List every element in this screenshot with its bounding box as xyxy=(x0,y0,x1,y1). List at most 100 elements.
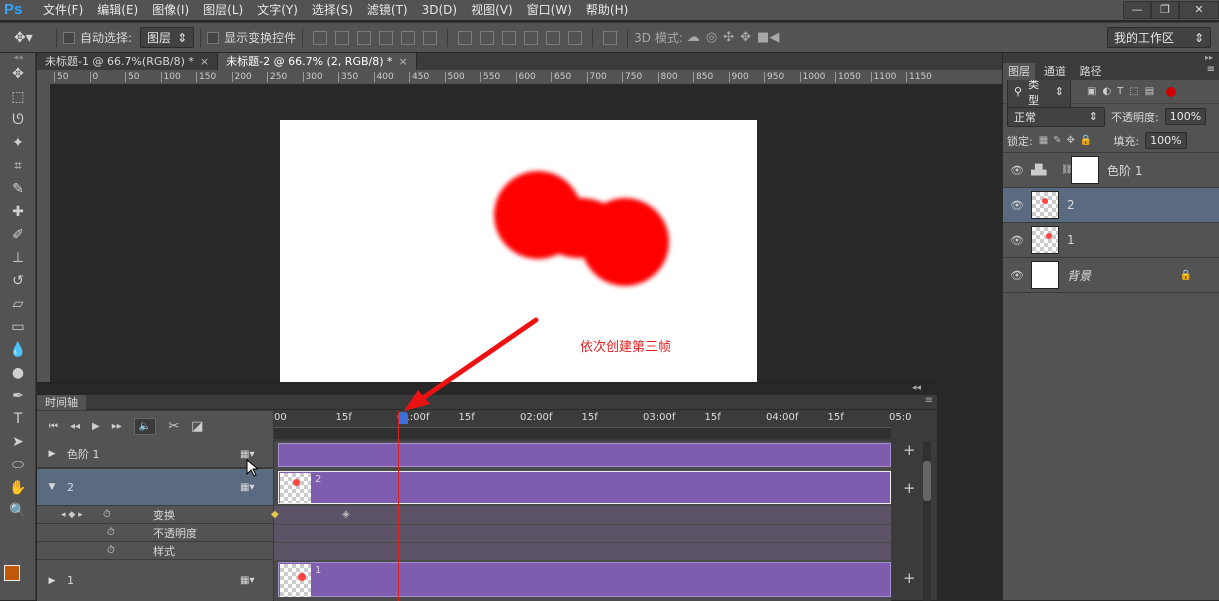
timeline-layer-row-selected[interactable]: ▼ 2 ▦▾ xyxy=(37,469,273,506)
keyframe-lane[interactable] xyxy=(274,525,891,542)
panel-menu-icon[interactable]: ≡ xyxy=(925,395,933,406)
auto-select-checkbox[interactable] xyxy=(63,31,75,44)
split-scissors-icon[interactable]: ✂ xyxy=(168,419,179,434)
keyframe-lane[interactable]: ◆ ◈ xyxy=(271,506,891,524)
foreground-color-swatch[interactable] xyxy=(4,565,20,581)
stopwatch-icon[interactable]: ⏱ xyxy=(37,545,153,556)
transition-icon[interactable]: ◪ xyxy=(191,419,203,434)
clip-color-levels[interactable] xyxy=(278,443,891,467)
distribute-left-icon[interactable] xyxy=(524,30,539,45)
work-area-bar[interactable] xyxy=(274,427,891,439)
clip-layer-1[interactable]: 1 xyxy=(278,562,891,597)
align-hcenter-icon[interactable] xyxy=(401,30,416,45)
timeline-scrollbar[interactable] xyxy=(923,441,931,601)
3d-slide-icon[interactable]: ✥ xyxy=(740,30,751,45)
tab-timeline[interactable]: 时间轴 xyxy=(37,395,86,410)
lasso-tool-icon[interactable]: ᘎ xyxy=(0,109,36,132)
keyframe-marker[interactable]: ◆ xyxy=(271,509,279,520)
stopwatch-icon[interactable]: ⏱ xyxy=(37,527,153,538)
crop-tool-icon[interactable]: ⌗ xyxy=(0,155,36,178)
panel-menu-icon[interactable]: ≡ xyxy=(1207,64,1215,75)
close-button[interactable]: ✕ xyxy=(1179,1,1219,19)
align-bottom-icon[interactable] xyxy=(357,30,372,45)
eraser-tool-icon[interactable]: ▱ xyxy=(0,293,36,316)
collapse-icon[interactable]: ▸▸ xyxy=(1205,53,1213,62)
blur-tool-icon[interactable]: 💧 xyxy=(0,339,36,362)
collapse-icon[interactable]: ◂◂ xyxy=(912,383,921,393)
keyframe-marker[interactable]: ◈ xyxy=(342,509,350,520)
menu-3d[interactable]: 3D(D) xyxy=(415,0,464,20)
timeline-layer-row[interactable]: ▶ 1 ▦▾ xyxy=(37,560,273,601)
visibility-eye-icon[interactable]: 👁 xyxy=(1003,164,1031,177)
layer-row[interactable]: 👁 1 xyxy=(1003,223,1219,258)
distribute-vcenter-icon[interactable] xyxy=(480,30,495,45)
tab-paths[interactable]: 路径 xyxy=(1075,63,1107,80)
pen-tool-icon[interactable]: ✒ xyxy=(0,385,36,408)
collapse-icon[interactable]: ◂◂ xyxy=(0,53,36,63)
distribute-hcenter-icon[interactable] xyxy=(546,30,561,45)
keyframe-nav-icon[interactable]: ◂ ◆ ▸ xyxy=(37,510,103,520)
menu-layer[interactable]: 图层(L) xyxy=(196,0,250,20)
auto-align-icon[interactable] xyxy=(603,30,618,45)
menu-window[interactable]: 窗口(W) xyxy=(520,0,579,20)
auto-select-dropdown[interactable]: 图层 ⇕ xyxy=(140,27,195,48)
menu-filter[interactable]: 滤镜(T) xyxy=(360,0,415,20)
visibility-eye-icon[interactable]: 👁 xyxy=(1003,199,1031,212)
prop-row-style[interactable]: ⏱ 样式 xyxy=(37,542,273,560)
zoom-tool-icon[interactable]: 🔍 xyxy=(0,500,36,523)
stopwatch-icon[interactable]: ⏱ xyxy=(103,509,153,520)
distribute-right-icon[interactable] xyxy=(568,30,583,45)
add-media-button[interactable]: + xyxy=(903,479,916,497)
menu-image[interactable]: 图像(I) xyxy=(145,0,196,20)
shape-tool-icon[interactable]: ⬭ xyxy=(0,454,36,477)
3d-scale-icon[interactable]: ■◀ xyxy=(757,30,779,45)
expand-icon[interactable]: ▶ xyxy=(37,449,67,459)
blend-mode-dropdown[interactable]: 正常 ⇕ xyxy=(1007,106,1105,127)
tab-document-1[interactable]: 未标题-1 @ 66.7%(RGB/8) * × xyxy=(37,53,219,70)
history-brush-icon[interactable]: ↺ xyxy=(0,270,36,293)
prop-row-opacity[interactable]: ⏱ 不透明度 xyxy=(37,524,273,542)
expand-icon[interactable]: ▶ xyxy=(37,576,67,586)
first-frame-icon[interactable]: ⏮ xyxy=(49,421,58,432)
prev-frame-icon[interactable]: ◂◂ xyxy=(70,421,80,432)
type-tool-icon[interactable]: T xyxy=(0,408,36,431)
collapse-icon[interactable]: ▼ xyxy=(37,482,67,492)
align-vcenter-icon[interactable] xyxy=(335,30,350,45)
magic-wand-icon[interactable]: ✦ xyxy=(0,132,36,155)
opacity-input[interactable]: 100% xyxy=(1164,108,1207,125)
close-tab-icon[interactable]: × xyxy=(200,55,209,68)
prop-row-transform[interactable]: ◂ ◆ ▸ ⏱ 变换 xyxy=(37,506,273,524)
canvas-area[interactable] xyxy=(50,86,1002,384)
move-tool-icon[interactable]: ✥ xyxy=(0,63,36,86)
fill-input[interactable]: 100% xyxy=(1145,132,1187,149)
align-left-icon[interactable] xyxy=(379,30,394,45)
clip-layer-2[interactable]: 2 xyxy=(278,471,891,504)
3d-pan-icon[interactable]: ✣ xyxy=(723,30,734,45)
timeline-layer-row[interactable]: ▶ 色阶 1 ▦▾ xyxy=(37,441,273,468)
add-media-button[interactable]: + xyxy=(903,441,916,459)
stamp-tool-icon[interactable]: ⊥ xyxy=(0,247,36,270)
gradient-tool-icon[interactable]: ▭ xyxy=(0,316,36,339)
align-top-icon[interactable] xyxy=(313,30,328,45)
workspace-dropdown[interactable]: 我的工作区 ⇕ xyxy=(1107,27,1211,48)
distribute-bottom-icon[interactable] xyxy=(502,30,517,45)
restore-button[interactable]: ❐ xyxy=(1151,1,1179,19)
show-transform-checkbox[interactable] xyxy=(207,31,220,44)
layer-row-selected[interactable]: 👁 2 xyxy=(1003,188,1219,223)
menu-select[interactable]: 选择(S) xyxy=(305,0,360,20)
minimize-button[interactable]: — xyxy=(1123,1,1151,19)
next-frame-icon[interactable]: ▸▸ xyxy=(112,421,122,432)
playhead-handle[interactable] xyxy=(398,412,408,424)
audio-icon[interactable]: 🔈 xyxy=(133,417,157,435)
distribute-top-icon[interactable] xyxy=(458,30,473,45)
path-select-icon[interactable]: ➤ xyxy=(0,431,36,454)
3d-roll-icon[interactable]: ◎ xyxy=(706,30,717,45)
menu-file[interactable]: 文件(F) xyxy=(36,0,90,20)
menu-help[interactable]: 帮助(H) xyxy=(579,0,635,20)
film-icon[interactable]: ▦▾ xyxy=(240,575,254,586)
film-icon[interactable]: ▦▾ xyxy=(240,449,254,460)
brush-tool-icon[interactable]: ✐ xyxy=(0,224,36,247)
add-media-button[interactable]: + xyxy=(903,569,916,587)
tab-channels[interactable]: 通道 xyxy=(1039,63,1071,80)
visibility-eye-icon[interactable]: 👁 xyxy=(1003,269,1031,282)
